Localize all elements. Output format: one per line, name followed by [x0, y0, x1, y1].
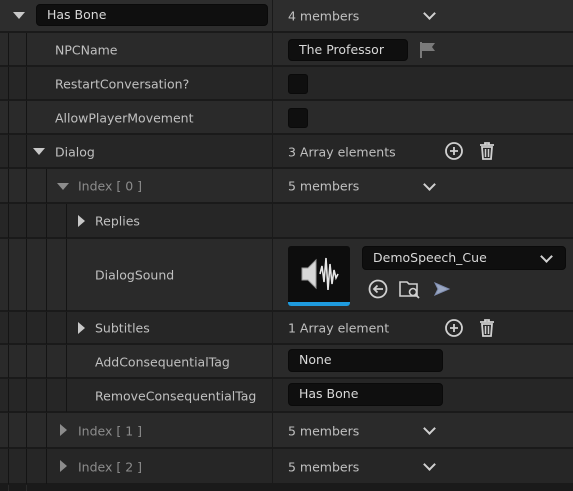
add-element-icon[interactable]: [444, 318, 464, 338]
add-element-icon[interactable]: [444, 141, 464, 161]
index1-row: Index [ 1 ] 5 members: [0, 413, 573, 448]
index1-expand-icon[interactable]: [60, 424, 67, 436]
add-tag-row: AddConsequentialTag None: [0, 345, 573, 378]
asset-type-bar: [288, 302, 350, 306]
trash-icon[interactable]: [477, 318, 497, 338]
index0-expand-icon[interactable]: [57, 183, 69, 190]
allow-player-movement-checkbox[interactable]: [288, 108, 308, 128]
subtitles-value: 1 Array element: [288, 320, 390, 336]
trash-icon[interactable]: [477, 141, 497, 161]
npc-name-field[interactable]: The Professor: [288, 39, 408, 61]
remove-tag-field[interactable]: Has Bone: [288, 383, 443, 406]
bottom-strip: [0, 485, 573, 491]
play-icon[interactable]: [432, 280, 452, 298]
sound-wave-thumbnail[interactable]: [288, 246, 350, 306]
expand-collapse-icon[interactable]: [13, 12, 25, 19]
subtitles-label: Subtitles: [95, 320, 150, 336]
restart-conversation-row: RestartConversation?: [0, 67, 573, 100]
sound-asset-dropdown[interactable]: DemoSpeech_Cue: [362, 246, 566, 270]
index1-label: Index [ 1 ]: [78, 423, 143, 438]
dialog-sound-row: DialogSound DemoSpeech_Cue: [0, 239, 573, 311]
use-selected-icon[interactable]: [367, 278, 389, 300]
allow-player-movement-label: AllowPlayerMovement: [55, 110, 194, 125]
dialog-expand-icon[interactable]: [33, 148, 45, 155]
add-tag-label: AddConsequentialTag: [95, 354, 230, 369]
root-struct-row: Has Bone 4 members: [0, 0, 573, 32]
index1-value: 5 members: [288, 423, 360, 438]
replies-expand-icon[interactable]: [78, 215, 85, 227]
dialog-label: Dialog: [55, 144, 95, 159]
replies-row: Replies: [0, 204, 573, 238]
index2-expand-icon[interactable]: [60, 460, 67, 472]
dialog-row: Dialog 3 Array elements: [0, 135, 573, 168]
dialog-sound-label: DialogSound: [95, 267, 175, 283]
restart-conversation-checkbox[interactable]: [288, 74, 308, 94]
index0-label: Index [ 0 ]: [78, 178, 143, 194]
browse-to-asset-icon[interactable]: [398, 277, 422, 301]
index2-row: Index [ 2 ] 5 members: [0, 449, 573, 484]
restart-conversation-label: RestartConversation?: [55, 76, 190, 91]
chevron-down-icon: [540, 250, 553, 263]
npc-name-label: NPCName: [55, 42, 118, 57]
subtitles-expand-icon[interactable]: [78, 322, 85, 334]
root-value-label: 4 members: [288, 8, 360, 24]
root-name-field[interactable]: Has Bone: [36, 4, 268, 26]
index0-row: Index [ 0 ] 5 members: [0, 169, 573, 203]
index2-label: Index [ 2 ]: [78, 459, 143, 474]
add-tag-field[interactable]: None: [288, 349, 443, 372]
index0-value: 5 members: [288, 178, 360, 194]
subtitles-row: Subtitles 1 Array element: [0, 312, 573, 344]
allow-player-movement-row: AllowPlayerMovement: [0, 101, 573, 134]
npc-name-row: NPCName The Professor: [0, 33, 573, 66]
remove-tag-row: RemoveConsequentialTag Has Bone: [0, 379, 573, 412]
flag-icon[interactable]: [418, 41, 438, 59]
sound-asset-name: DemoSpeech_Cue: [373, 250, 487, 265]
replies-label: Replies: [95, 213, 140, 229]
index2-value: 5 members: [288, 459, 360, 474]
dialog-value: 3 Array elements: [288, 144, 396, 159]
remove-tag-label: RemoveConsequentialTag: [95, 388, 257, 403]
